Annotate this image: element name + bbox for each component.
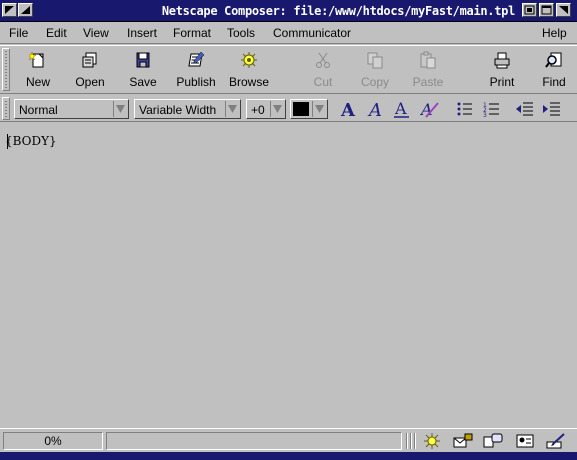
browse-button[interactable]: Browse [222, 46, 276, 93]
scissors-icon [316, 52, 330, 68]
window-menu-button[interactable] [2, 3, 17, 17]
menu-help[interactable]: Help [542, 26, 567, 40]
find-button[interactable]: Find [527, 46, 577, 93]
shade-icon [21, 6, 30, 14]
font-face-select[interactable]: Variable Width [134, 99, 241, 119]
find-button-label: Find [542, 75, 566, 89]
bullet-list-icon[interactable] [455, 100, 475, 118]
formatting-toolbar: Normal Variable Width +0 A A A A 1 2 3 [0, 95, 577, 122]
svg-text:3: 3 [483, 112, 487, 118]
close-icon [559, 6, 568, 14]
document-editor[interactable] [0, 122, 577, 427]
print-button-label: Print [489, 75, 515, 89]
new-button-label: New [25, 75, 50, 89]
find-icon [545, 52, 562, 68]
paragraph-style-arrow[interactable] [113, 101, 127, 117]
text-caret [7, 134, 8, 149]
status-message [106, 432, 402, 450]
progress-text: 0% [44, 434, 62, 448]
svg-text:A: A [367, 100, 382, 118]
publish-button[interactable]: Publish [169, 46, 223, 93]
copy-icon [367, 52, 383, 69]
browse-icon [241, 52, 257, 68]
title-bar: Netscape Composer: file:/www/htdocs/myFa… [0, 0, 577, 22]
shade-button[interactable] [18, 3, 33, 17]
chevron-down-icon [273, 105, 282, 113]
menu-communicator[interactable]: Communicator [273, 26, 351, 40]
open-button[interactable]: Open [63, 46, 117, 93]
toolbar-grip[interactable] [2, 48, 10, 91]
menu-tools[interactable]: Tools [227, 26, 255, 40]
font-size-select[interactable]: +0 [246, 99, 286, 119]
discussion-groups-icon[interactable] [482, 432, 504, 450]
menu-view[interactable]: View [83, 26, 109, 40]
window-title: Netscape Composer: file:/www/htdocs/myFa… [161, 4, 515, 18]
font-size-value: +0 [251, 103, 265, 117]
mailbox-icon[interactable] [452, 432, 474, 450]
maximize-icon [541, 5, 552, 15]
component-bar-grip[interactable] [406, 433, 416, 449]
composition-toolbar: New Open Save Publish Browse Cut Copy Pa… [0, 45, 577, 94]
window-menu-icon [5, 6, 14, 14]
open-icon [82, 52, 97, 68]
iconify-icon [524, 5, 535, 15]
menu-format[interactable]: Format [173, 26, 211, 40]
publish-button-label: Publish [176, 75, 216, 89]
paste-icon [420, 51, 436, 69]
new-button[interactable]: New [11, 46, 65, 93]
printer-icon [494, 52, 510, 69]
window-bottom-frame [0, 452, 577, 460]
paragraph-style-value: Normal [19, 103, 58, 117]
navigator-icon[interactable] [421, 432, 443, 450]
menu-file[interactable]: File [9, 26, 28, 40]
italic-icon[interactable]: A [366, 100, 386, 118]
decrease-indent-icon[interactable] [515, 100, 535, 118]
composer-icon[interactable] [545, 432, 567, 450]
close-button[interactable] [556, 3, 571, 17]
open-button-label: Open [75, 75, 105, 89]
copy-button-label: Copy [360, 75, 389, 89]
new-page-icon [29, 51, 44, 68]
menu-insert[interactable]: Insert [127, 26, 157, 40]
bold-icon[interactable]: A [339, 100, 359, 118]
chevron-down-icon [228, 105, 237, 113]
status-bar: 0% [0, 428, 577, 452]
save-button[interactable]: Save [116, 46, 170, 93]
font-face-value: Variable Width [139, 103, 217, 117]
address-book-icon[interactable] [514, 432, 536, 450]
chevron-down-icon [315, 105, 324, 113]
clear-styles-icon[interactable]: A [420, 100, 440, 118]
print-button[interactable]: Print [475, 46, 529, 93]
cut-button[interactable]: Cut [296, 46, 350, 93]
publish-icon [188, 51, 205, 67]
save-button-label: Save [129, 75, 157, 89]
chevron-down-icon [116, 105, 125, 113]
browse-button-label: Browse [228, 75, 269, 89]
document-content[interactable]: {BODY} [5, 134, 57, 148]
menu-edit[interactable]: Edit [46, 26, 67, 40]
menu-bar: File Edit View Insert Format Tools Commu… [0, 22, 577, 44]
save-disk-icon [136, 52, 150, 68]
numbered-list-icon[interactable]: 1 2 3 [482, 100, 502, 118]
underline-icon[interactable]: A [392, 100, 412, 118]
cut-button-label: Cut [313, 75, 333, 89]
text-color-swatch [293, 102, 309, 116]
progress-indicator: 0% [3, 432, 103, 450]
increase-indent-icon[interactable] [542, 100, 562, 118]
maximize-button[interactable] [539, 3, 554, 17]
font-face-arrow[interactable] [225, 101, 239, 117]
paste-button-label: Paste [412, 75, 444, 89]
svg-text:A: A [394, 100, 407, 118]
format-toolbar-grip[interactable] [2, 97, 10, 120]
copy-button[interactable]: Copy [348, 46, 402, 93]
text-color-arrow[interactable] [312, 101, 326, 117]
iconify-button[interactable] [522, 3, 537, 17]
svg-text:A: A [340, 100, 356, 118]
font-size-arrow[interactable] [270, 101, 284, 117]
paragraph-style-select[interactable]: Normal [14, 99, 129, 119]
paste-button[interactable]: Paste [401, 46, 455, 93]
text-color-select[interactable] [290, 99, 328, 119]
